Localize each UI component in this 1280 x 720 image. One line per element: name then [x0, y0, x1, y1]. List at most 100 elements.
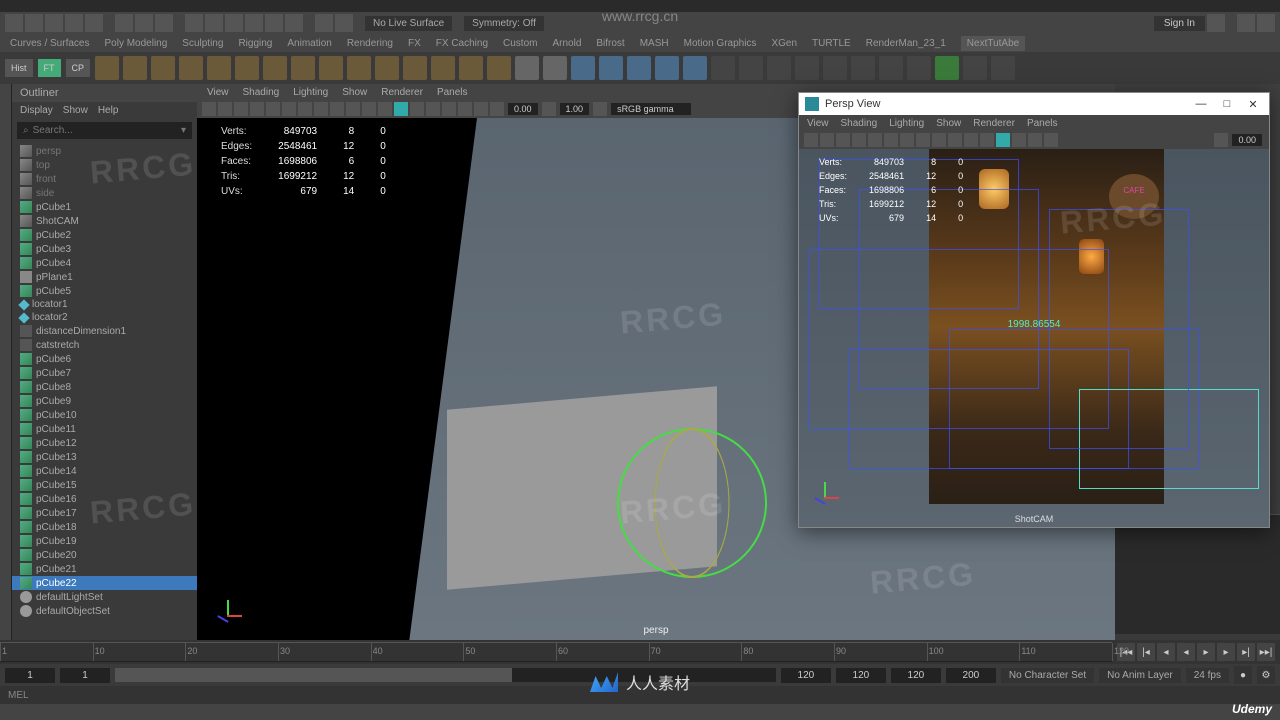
- outliner-item-pCube6[interactable]: pCube6: [12, 352, 197, 366]
- maximize-button[interactable]: □: [1217, 98, 1237, 110]
- shelf-tab[interactable]: NextTutAbe: [961, 36, 1025, 51]
- outliner-item-front[interactable]: front: [12, 172, 197, 186]
- f-grid-icon[interactable]: [900, 133, 914, 147]
- outliner-show-menu[interactable]: Show: [63, 105, 88, 116]
- symmetry-dropdown[interactable]: Symmetry: Off: [464, 16, 544, 31]
- f-wire-icon[interactable]: [964, 133, 978, 147]
- fps-dropdown[interactable]: 24 fps: [1186, 668, 1229, 683]
- float-renderer-menu[interactable]: Renderer: [973, 118, 1015, 129]
- play-back-button[interactable]: ◂: [1177, 643, 1195, 661]
- grid-icon[interactable]: [298, 102, 312, 116]
- float-show-menu[interactable]: Show: [936, 118, 961, 129]
- isolate-icon[interactable]: [442, 102, 456, 116]
- outliner-item-pCube17[interactable]: pCube17: [12, 506, 197, 520]
- save-icon[interactable]: [45, 14, 63, 32]
- vp-lighting-menu[interactable]: Lighting: [293, 87, 328, 98]
- f-exp-val[interactable]: 0.00: [1232, 134, 1262, 146]
- snap-center-icon[interactable]: [245, 14, 263, 32]
- outliner-item-top[interactable]: top: [12, 158, 197, 172]
- outliner-item-pPlane1[interactable]: pPlane1: [12, 270, 197, 284]
- grease-icon[interactable]: [282, 102, 296, 116]
- shelf-tab[interactable]: Rendering: [347, 38, 393, 49]
- shelf-tab[interactable]: Motion Graphics: [684, 38, 757, 49]
- outliner-item-ShotCAM[interactable]: ShotCAM: [12, 214, 197, 228]
- shelf-tab[interactable]: Poly Modeling: [104, 38, 167, 49]
- image-plane-icon[interactable]: [250, 102, 264, 116]
- connect-icon[interactable]: [767, 56, 791, 80]
- f-cam-icon[interactable]: [804, 133, 818, 147]
- shaded-icon[interactable]: [378, 102, 392, 116]
- shelf-tab[interactable]: FX Caching: [436, 38, 488, 49]
- wireframe-icon[interactable]: [362, 102, 376, 116]
- mirror-icon[interactable]: [907, 56, 931, 80]
- f-shadow-icon[interactable]: [1028, 133, 1042, 147]
- poly-super-icon[interactable]: [487, 56, 511, 80]
- svg-icon[interactable]: [543, 56, 567, 80]
- poly-soccer-icon[interactable]: [459, 56, 483, 80]
- float-viewport-3d[interactable]: CAFE Verts:84970380Edges:2548461120Faces…: [799, 149, 1269, 527]
- f-res-icon[interactable]: [932, 133, 946, 147]
- outliner-display-menu[interactable]: Display: [20, 105, 53, 116]
- live-surface-dropdown[interactable]: No Live Surface: [365, 16, 452, 31]
- float-shading-menu[interactable]: Shading: [841, 118, 878, 129]
- lasso-icon[interactable]: [135, 14, 153, 32]
- paint-icon[interactable]: [155, 14, 173, 32]
- goto-end-button[interactable]: ▸▸|: [1257, 643, 1275, 661]
- outliner-item-pCube14[interactable]: pCube14: [12, 464, 197, 478]
- outliner-item-pCube13[interactable]: pCube13: [12, 450, 197, 464]
- vp-shading-menu[interactable]: Shading: [243, 87, 280, 98]
- poly-plane-icon[interactable]: [235, 56, 259, 80]
- shelf-hist-tab[interactable]: Hist: [5, 59, 33, 77]
- f-exp-icon[interactable]: [1214, 133, 1228, 147]
- vp-show-menu[interactable]: Show: [342, 87, 367, 98]
- outliner-item-persp[interactable]: persp: [12, 144, 197, 158]
- minimize-button[interactable]: —: [1191, 98, 1211, 110]
- rotate-manipulator-y[interactable]: [655, 428, 730, 578]
- poly-pipe-icon[interactable]: [375, 56, 399, 80]
- prefs-button[interactable]: ⚙: [1257, 666, 1275, 684]
- shelf-tab[interactable]: Rigging: [238, 38, 272, 49]
- poly-sphere-icon[interactable]: [95, 56, 119, 80]
- step-back-key-button[interactable]: |◂: [1137, 643, 1155, 661]
- outliner-item-pCube7[interactable]: pCube7: [12, 366, 197, 380]
- outliner-item-distanceDimension1[interactable]: distanceDimension1: [12, 324, 197, 338]
- shelf-tab[interactable]: RenderMan_23_1: [866, 38, 946, 49]
- current-frame-input[interactable]: [891, 668, 941, 683]
- outliner-item-pCube19[interactable]: pCube19: [12, 534, 197, 548]
- outliner-item-pCube11[interactable]: pCube11: [12, 422, 197, 436]
- range-end-input[interactable]: [781, 668, 831, 683]
- shelf-tab[interactable]: TURTLE: [812, 38, 851, 49]
- float-view-menu[interactable]: View: [807, 118, 829, 129]
- construction-icon[interactable]: [335, 14, 353, 32]
- sculpt-icon[interactable]: [935, 56, 959, 80]
- play-forward-button[interactable]: ▸: [1197, 643, 1215, 661]
- poly-cylinder-icon[interactable]: [151, 56, 175, 80]
- step-forward-key-button[interactable]: ▸|: [1237, 643, 1255, 661]
- f-attr-icon[interactable]: [820, 133, 834, 147]
- outliner-help-menu[interactable]: Help: [98, 105, 119, 116]
- f-mask-icon[interactable]: [948, 133, 962, 147]
- vp-view-menu[interactable]: View: [207, 87, 229, 98]
- step-back-button[interactable]: ◂: [1157, 643, 1175, 661]
- f-tex-icon[interactable]: [996, 133, 1010, 147]
- poly-prism-icon[interactable]: [347, 56, 371, 80]
- auto-key-button[interactable]: ●: [1234, 666, 1252, 684]
- outliner-item-pCube21[interactable]: pCube21: [12, 562, 197, 576]
- poly-torus-icon[interactable]: [207, 56, 231, 80]
- extrude-icon[interactable]: [627, 56, 651, 80]
- shelf-ft-tab[interactable]: FT: [38, 59, 61, 77]
- outliner-item-defaultObjectSet[interactable]: defaultObjectSet: [12, 604, 197, 618]
- f-img-icon[interactable]: [852, 133, 866, 147]
- step-forward-button[interactable]: ▸: [1217, 643, 1235, 661]
- outliner-item-pCube20[interactable]: pCube20: [12, 548, 197, 562]
- time-slider[interactable]: 1102030405060708090100110120 |◂◂ |◂ ◂ ◂ …: [0, 640, 1280, 664]
- gamma-icon[interactable]: [542, 102, 556, 116]
- poly-platonic-icon[interactable]: [291, 56, 315, 80]
- outliner-search[interactable]: ⌕ Search... ▾: [17, 122, 192, 139]
- camera-attr-icon[interactable]: [218, 102, 232, 116]
- f-book-icon[interactable]: [836, 133, 850, 147]
- layout-icon[interactable]: [1257, 14, 1275, 32]
- f-grease-icon[interactable]: [884, 133, 898, 147]
- outliner-item-locator2[interactable]: locator2: [12, 311, 197, 324]
- separate-icon[interactable]: [599, 56, 623, 80]
